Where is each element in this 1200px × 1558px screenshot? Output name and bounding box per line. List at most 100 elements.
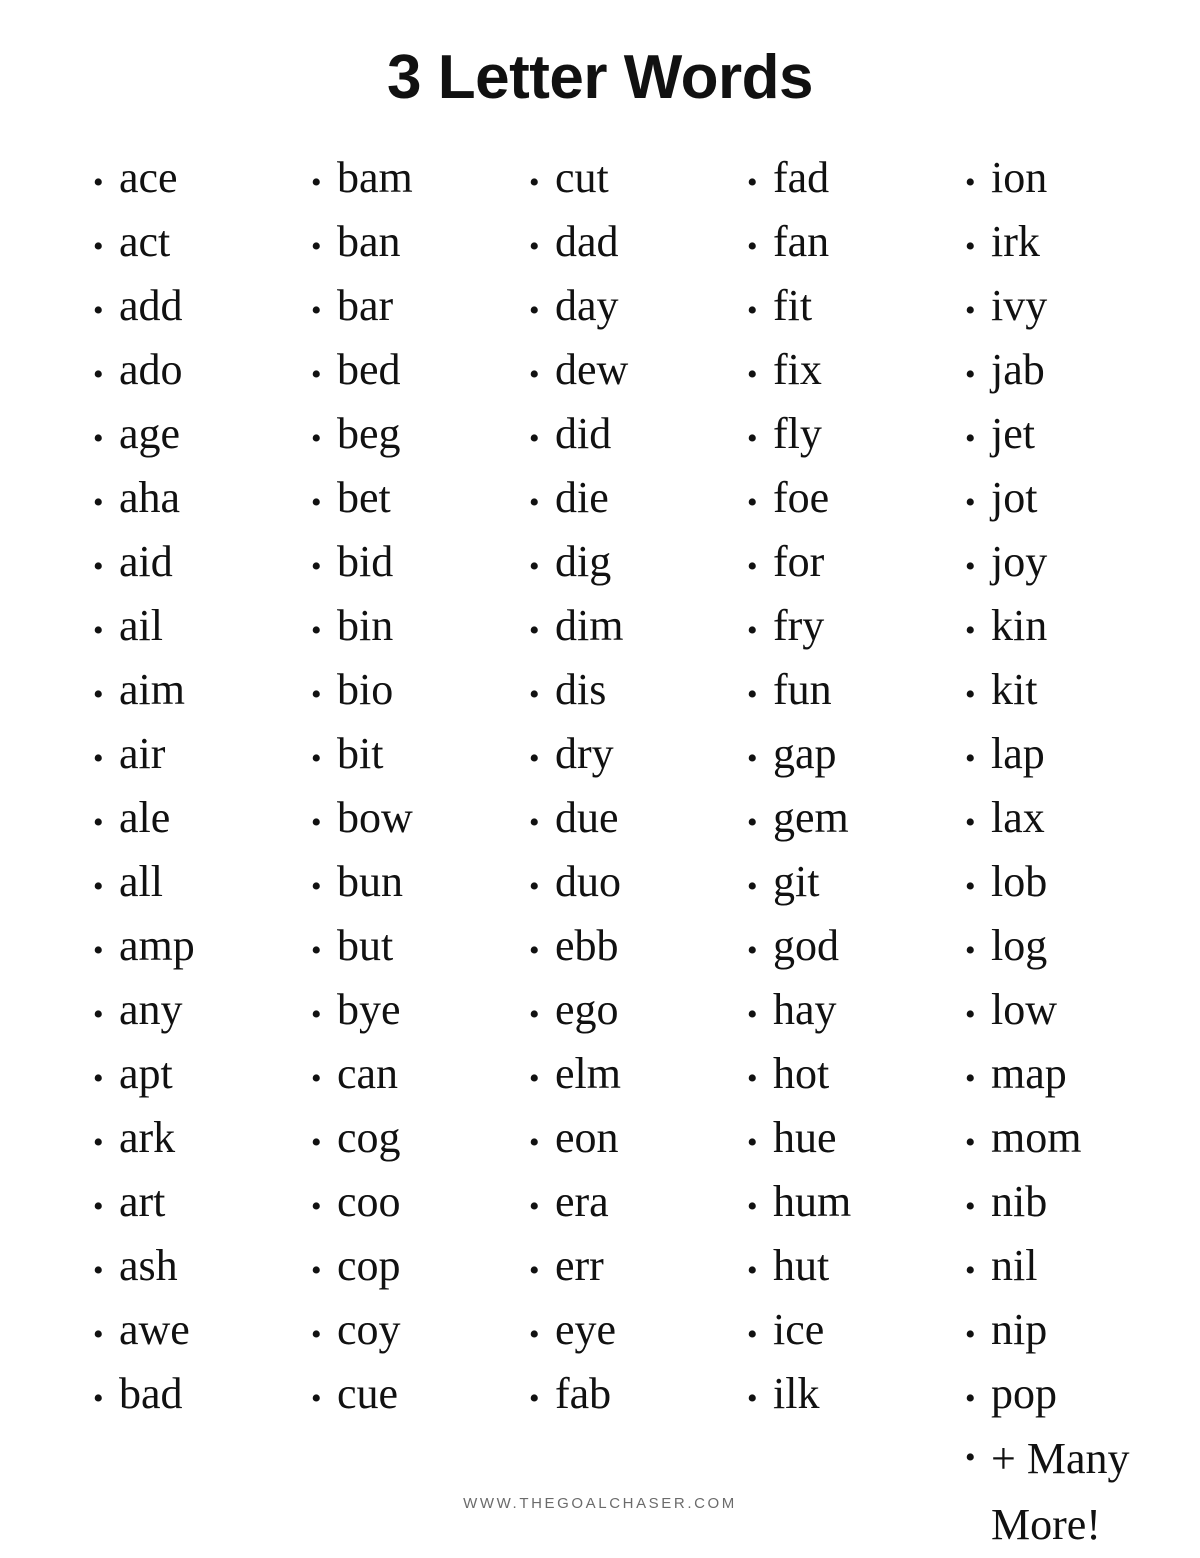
bullet-icon <box>84 983 119 1047</box>
bullet-icon <box>738 983 773 1047</box>
word-column-2: bam ban bar bed beg bet bid bin bio bit bow bun but b… <box>302 146 520 1426</box>
bullet-icon <box>520 1239 555 1303</box>
bullet-icon <box>302 791 337 855</box>
bullet-icon <box>302 1175 337 1239</box>
bullet-icon <box>520 343 555 407</box>
bullet-icon <box>520 599 555 663</box>
word-label: lap <box>991 729 1045 778</box>
bullet-icon <box>302 1367 337 1431</box>
word-label: jet <box>991 409 1035 458</box>
word-column-5: ion irk ivy jab jet jot joy kin kit lap lax lob log l… <box>956 146 1174 1558</box>
word-label: fly <box>773 409 822 458</box>
list-item: mom <box>956 1106 1174 1170</box>
word-label: jab <box>991 345 1045 394</box>
word-label: bet <box>337 473 391 522</box>
list-item: cue <box>302 1362 520 1426</box>
word-label: dad <box>555 217 619 266</box>
word-label: gem <box>773 793 849 842</box>
word-label: joy <box>991 537 1048 586</box>
list-item: + Many More! <box>956 1426 1174 1558</box>
bullet-icon <box>84 599 119 663</box>
bullet-icon <box>302 919 337 983</box>
word-label: ivy <box>991 281 1048 330</box>
list-item: lax <box>956 786 1174 850</box>
word-label: ash <box>119 1241 178 1290</box>
bullet-icon <box>302 279 337 343</box>
word-label: coy <box>337 1305 401 1354</box>
word-label: fan <box>773 217 830 266</box>
bullet-icon <box>84 215 119 279</box>
word-label: ilk <box>773 1369 820 1418</box>
list-item: bar <box>302 274 520 338</box>
bullet-icon <box>738 1239 773 1303</box>
bullet-icon <box>956 791 991 855</box>
bullet-icon <box>302 471 337 535</box>
word-label: map <box>991 1049 1067 1098</box>
bullet-icon <box>302 1239 337 1303</box>
list-item: for <box>738 530 956 594</box>
list-item: bio <box>302 658 520 722</box>
list-item: kit <box>956 658 1174 722</box>
word-label: nib <box>991 1177 1048 1226</box>
list-item: apt <box>84 1042 302 1106</box>
bullet-icon <box>84 1175 119 1239</box>
list-item: bin <box>302 594 520 658</box>
word-label: ado <box>119 345 183 394</box>
list-item: ice <box>738 1298 956 1362</box>
list-item: ivy <box>956 274 1174 338</box>
bullet-icon <box>84 151 119 215</box>
list-item: age <box>84 402 302 466</box>
bullet-icon <box>956 471 991 535</box>
bullet-icon <box>738 791 773 855</box>
bullet-icon <box>520 1175 555 1239</box>
list-item: ebb <box>520 914 738 978</box>
bullet-icon <box>302 663 337 727</box>
word-column-4: fad fan fit fix fly foe for fry fun gap gem git god h… <box>738 146 956 1426</box>
list-item: die <box>520 466 738 530</box>
list-item: bad <box>84 1362 302 1426</box>
list-item: jet <box>956 402 1174 466</box>
bullet-icon <box>956 215 991 279</box>
list-item: log <box>956 914 1174 978</box>
list-item: lap <box>956 722 1174 786</box>
bullet-icon <box>956 1111 991 1175</box>
list-item: but <box>302 914 520 978</box>
bullet-icon <box>520 407 555 471</box>
bullet-icon <box>302 407 337 471</box>
bullet-icon <box>738 1111 773 1175</box>
list-item: fix <box>738 338 956 402</box>
bullet-icon <box>520 1367 555 1431</box>
word-label: + Many More! <box>991 1434 1130 1549</box>
word-label: nip <box>991 1305 1048 1354</box>
word-label: pop <box>991 1369 1057 1418</box>
word-label: kit <box>991 665 1038 714</box>
word-column-3: cut dad day dew did die dig dim dis dry due duo ebb e… <box>520 146 738 1426</box>
list-item: beg <box>302 402 520 466</box>
bullet-icon <box>520 151 555 215</box>
word-label: bye <box>337 985 401 1034</box>
list-item: hay <box>738 978 956 1042</box>
word-label: bed <box>337 345 401 394</box>
word-label: eon <box>555 1113 619 1162</box>
word-label: kin <box>991 601 1048 650</box>
word-label: elm <box>555 1049 621 1098</box>
bullet-icon <box>956 1426 991 1490</box>
word-label: lob <box>991 857 1048 906</box>
list-item: bun <box>302 850 520 914</box>
word-label: for <box>773 537 825 586</box>
bullet-icon <box>84 535 119 599</box>
bullet-icon <box>302 983 337 1047</box>
word-label: dim <box>555 601 624 650</box>
word-label: bit <box>337 729 384 778</box>
bullet-icon <box>84 855 119 919</box>
bullet-icon <box>956 599 991 663</box>
list-item: ace <box>84 146 302 210</box>
bullet-icon <box>956 727 991 791</box>
list-item: duo <box>520 850 738 914</box>
list-item: bit <box>302 722 520 786</box>
list-item: aim <box>84 658 302 722</box>
bullet-icon <box>956 407 991 471</box>
list-item: can <box>302 1042 520 1106</box>
bullet-icon <box>956 663 991 727</box>
list-item: ail <box>84 594 302 658</box>
